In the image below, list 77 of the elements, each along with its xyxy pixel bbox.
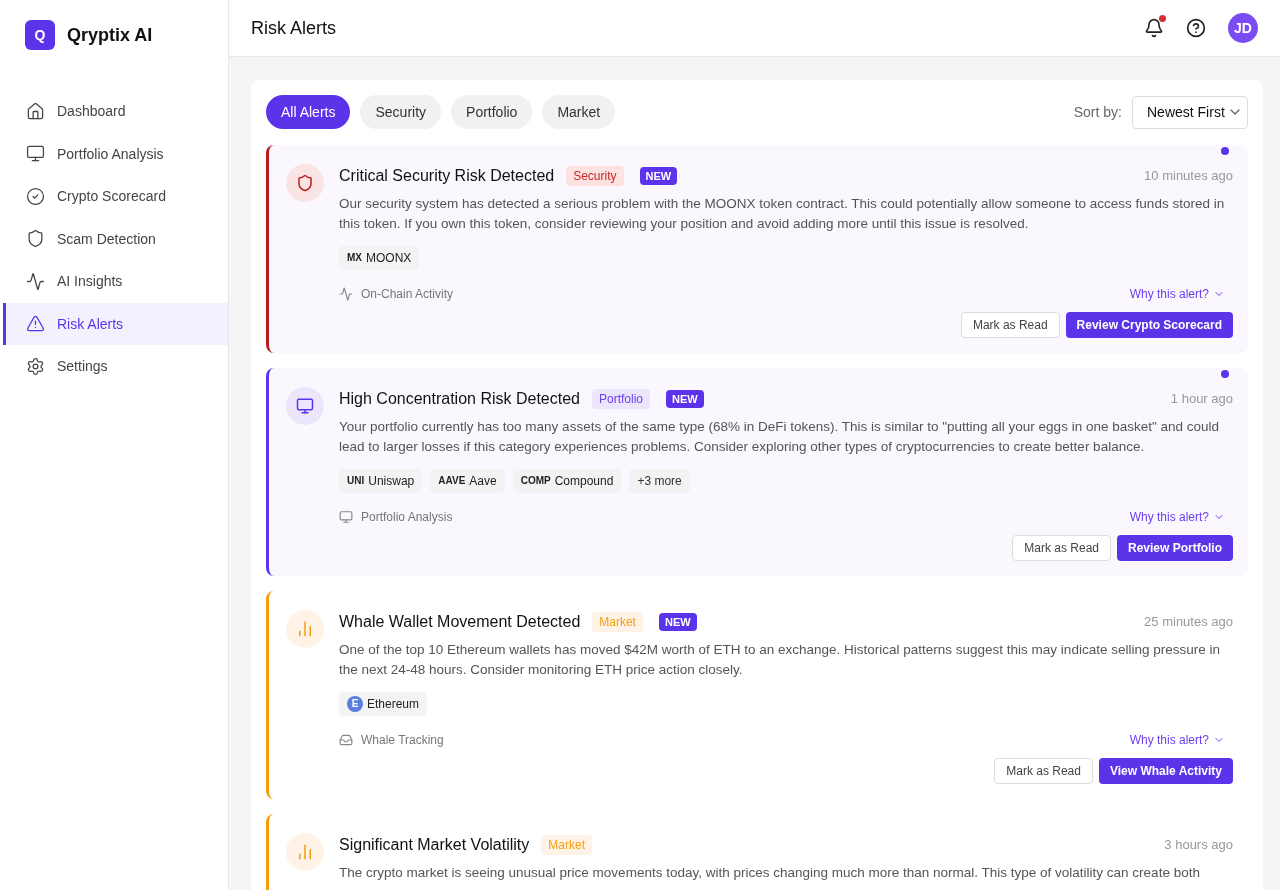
token-name: Compound — [554, 473, 614, 489]
token-name: Aave — [469, 473, 497, 489]
page-title: Risk Alerts — [251, 17, 337, 40]
alert-description: Our security system has detected a serious problem with the MOONX token contract. This could potentially allow someone to access funds stored in this token. If you own this token, consider reviewing your position and avoid adding more until this issue is resolved. — [339, 195, 1226, 233]
bar-chart-icon — [296, 620, 314, 638]
pulse-icon — [339, 287, 353, 301]
alert-source: Portfolio Analysis — [361, 509, 453, 525]
monitor-icon — [339, 510, 353, 524]
mark-read-button[interactable]: Mark as Read — [994, 758, 1093, 784]
why-alert-link[interactable]: Why this alert? — [1129, 509, 1225, 525]
alert-title: Whale Wallet Movement Detected — [339, 612, 581, 632]
alert-title: Critical Security Risk Detected — [339, 166, 555, 186]
alert-time: 10 minutes ago — [1144, 167, 1233, 186]
alert-source: Whale Tracking — [361, 732, 444, 748]
token-symbol: UNI — [347, 474, 365, 488]
filter-tab[interactable]: Security — [360, 95, 442, 129]
bar-chart-icon — [296, 843, 314, 861]
sidebar-item[interactable]: Settings — [3, 345, 228, 388]
token-symbol: AAVE — [438, 474, 466, 488]
check-circle-icon — [26, 186, 45, 206]
mark-read-button[interactable]: Mark as Read — [960, 312, 1060, 338]
category-tag: Portfolio — [592, 389, 651, 409]
filter-tab[interactable]: Portfolio — [451, 95, 533, 129]
sort-label: Sort by: — [1073, 103, 1122, 122]
why-alert-link[interactable]: Why this alert? — [1129, 286, 1225, 302]
alert-description: Your portfolio currently has too many assets of the same type (68% in DeFi tokens). This is similar to "putting all your eggs in one basket" and could lead to larger losses if this category experiences problems. Consider exploring other types of cryptocurrencies to create better balance. — [339, 418, 1221, 456]
shield-icon — [296, 174, 314, 192]
notifications-button[interactable] — [1144, 18, 1164, 38]
alert-description: The crypto market is seeing unusual price movements today, with prices changing much more than normal. This type of volatility can create both — [339, 864, 1201, 882]
coin-icon: E — [347, 696, 363, 712]
sidebar-item[interactable]: AI Insights — [3, 260, 228, 303]
sort-dropdown[interactable]: Newest First — [1132, 95, 1248, 129]
warning-icon — [26, 314, 45, 334]
alert-time: 25 minutes ago — [1144, 613, 1233, 632]
token-symbol: MX — [347, 251, 362, 265]
home-icon — [26, 101, 45, 121]
sidebar-item[interactable]: Portfolio Analysis — [3, 132, 228, 175]
action-button[interactable]: Review Crypto Scorecard — [1065, 312, 1233, 338]
inbox-icon — [339, 733, 353, 747]
alert-time: 3 hours ago — [1164, 836, 1233, 855]
token-name: Ethereum — [367, 696, 420, 712]
sidebar-item[interactable]: Crypto Scorecard — [3, 175, 228, 218]
category-tag: Market — [541, 835, 592, 855]
pulse-icon — [26, 271, 45, 291]
filter-tab[interactable]: Market — [542, 95, 616, 129]
user-avatar[interactable]: JD — [1228, 13, 1258, 43]
sidebar-item[interactable]: Dashboard — [3, 90, 228, 133]
shield-icon — [26, 229, 45, 249]
brand-name: Qryptix AI — [67, 24, 153, 47]
mark-read-button[interactable]: Mark as Read — [1012, 535, 1111, 561]
category-tag: Security — [566, 166, 624, 186]
token-name: Uniswap — [368, 473, 415, 489]
help-icon — [1186, 18, 1206, 38]
token-symbol: COMP — [520, 474, 551, 488]
alert-time: 1 hour ago — [1170, 390, 1233, 409]
action-button[interactable]: Review Portfolio — [1117, 535, 1233, 561]
alert-title: Significant Market Volatility — [339, 835, 530, 855]
monitor-icon — [26, 144, 45, 164]
alert-title: High Concentration Risk Detected — [339, 389, 580, 409]
token-name: MOONX — [366, 250, 412, 266]
alert-description: One of the top 10 Ethereum wallets has moved $42M worth of ETH to an exchange. Historical patterns suggest this may indicate selling pressure in the next 24-48 hours. Consider monitoring ETH price action closely. — [339, 641, 1221, 679]
filter-tab[interactable]: All Alerts — [266, 95, 351, 129]
sidebar-item[interactable]: Risk Alerts — [3, 302, 228, 345]
bell-icon — [1144, 18, 1164, 38]
action-button[interactable]: View Whale Activity — [1098, 758, 1233, 784]
category-tag: Market — [592, 612, 643, 632]
new-badge: NEW — [639, 166, 678, 186]
why-alert-link[interactable]: Why this alert? — [1129, 732, 1225, 748]
sidebar-item[interactable]: Scam Detection — [3, 217, 228, 260]
more-tokens-chip: +3 more — [629, 469, 690, 493]
new-badge: NEW — [658, 612, 697, 632]
brand-logo: Q — [25, 20, 55, 50]
settings-icon — [26, 356, 45, 376]
monitor-icon — [296, 397, 314, 415]
alert-source: On-Chain Activity — [361, 286, 454, 302]
help-button[interactable] — [1186, 18, 1206, 38]
new-badge: NEW — [666, 389, 704, 409]
